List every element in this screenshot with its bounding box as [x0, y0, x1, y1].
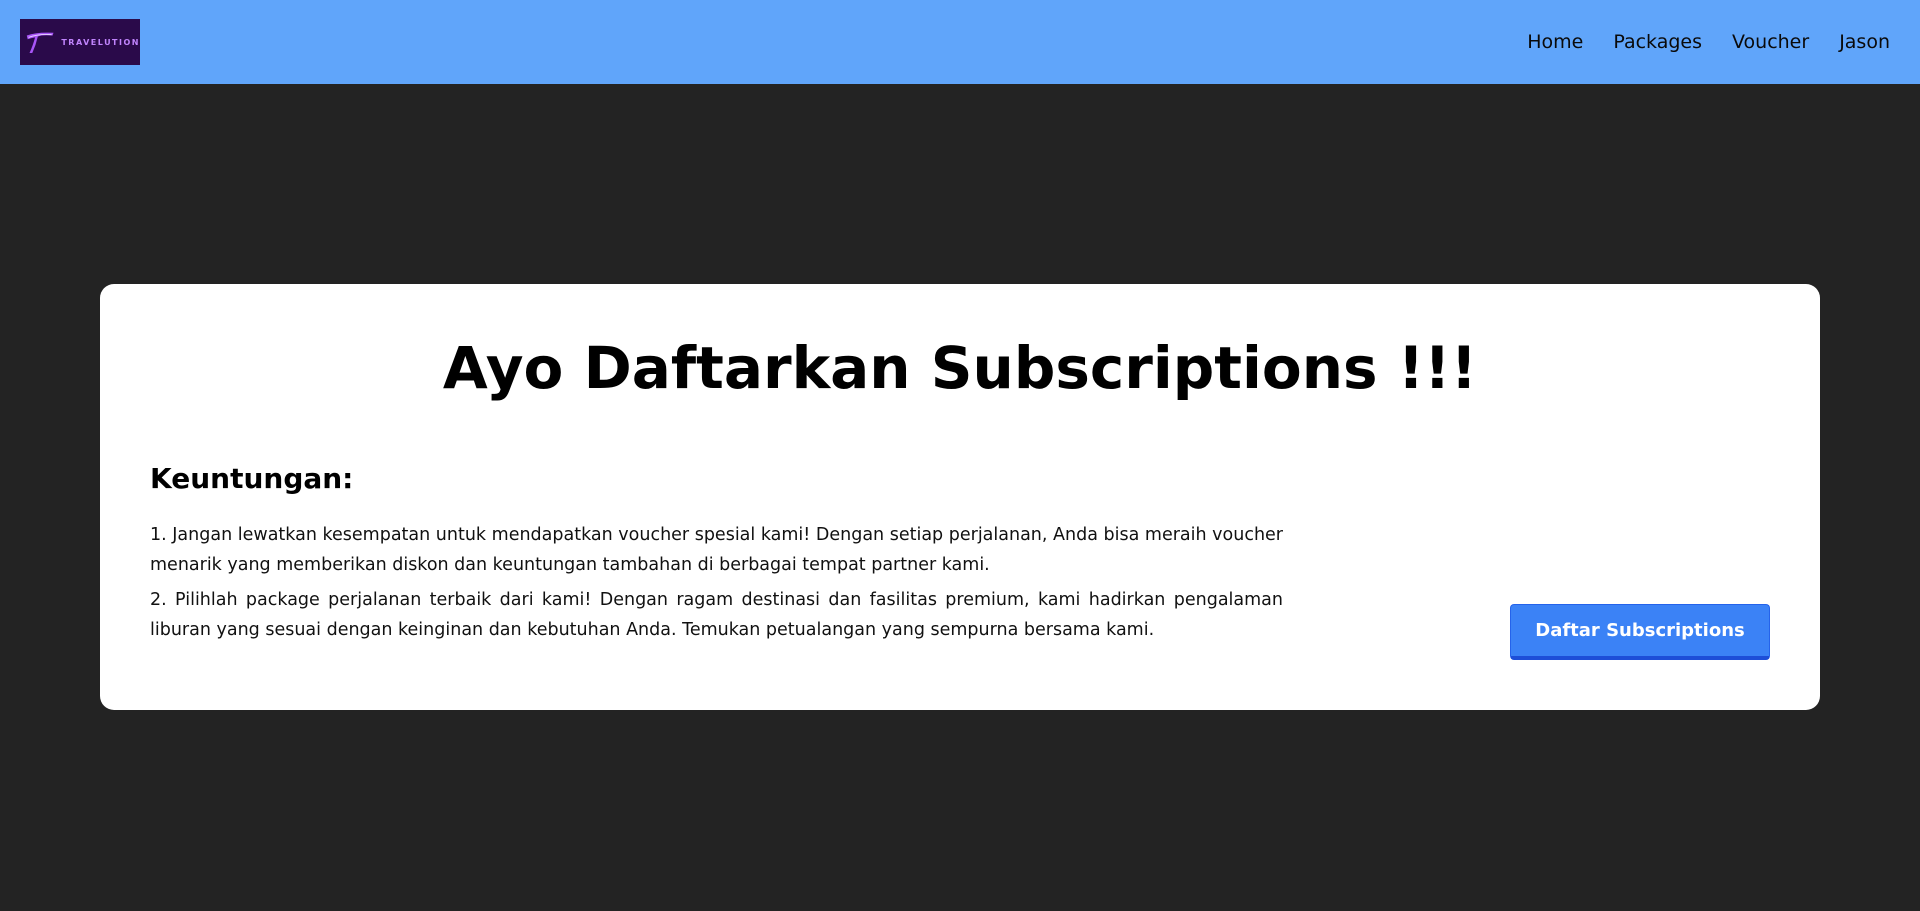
- nav-link-packages[interactable]: Packages: [1613, 31, 1702, 53]
- travelution-logo-icon: [26, 32, 54, 54]
- nav-link-voucher[interactable]: Voucher: [1732, 31, 1809, 53]
- brand-logo-text: TRAVELUTION: [61, 37, 140, 47]
- subscribe-button[interactable]: Daftar Subscriptions: [1510, 604, 1770, 660]
- benefit-item-voucher: 1. Jangan lewatkan kesempatan untuk mend…: [150, 525, 1283, 575]
- page-title: Ayo Daftarkan Subscriptions !!!: [442, 334, 1478, 402]
- main-nav: Home Packages Voucher Jason: [1527, 31, 1900, 53]
- nav-link-user-profile[interactable]: Jason: [1839, 31, 1890, 53]
- benefits-heading: Keuntungan:: [150, 462, 354, 495]
- benefit-item-package: 2. Pilihlah package perjalanan terbaik d…: [150, 590, 1283, 640]
- navbar: TRAVELUTION Home Packages Voucher Jason: [0, 0, 1920, 84]
- brand-logo[interactable]: TRAVELUTION: [20, 19, 140, 65]
- nav-link-home[interactable]: Home: [1527, 31, 1583, 53]
- subscription-card: Ayo Daftarkan Subscriptions !!! Keuntung…: [100, 284, 1820, 710]
- benefits-list: 1. Jangan lewatkan kesempatan untuk mend…: [150, 520, 1283, 650]
